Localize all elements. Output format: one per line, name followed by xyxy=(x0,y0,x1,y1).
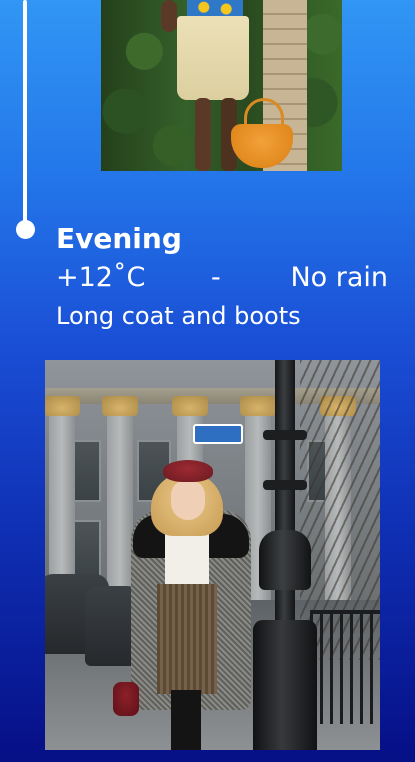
street-lamp xyxy=(253,360,317,750)
leg xyxy=(195,98,211,171)
tweed-skirt xyxy=(157,584,217,694)
handbag xyxy=(113,682,139,716)
lamp-base xyxy=(253,620,317,750)
iron-fence xyxy=(310,610,380,724)
lamp-ring xyxy=(263,430,307,440)
building-column xyxy=(107,404,133,614)
timeline-line xyxy=(23,0,27,226)
cream-skirt xyxy=(177,16,249,100)
outfit-photo-previous xyxy=(101,0,342,171)
separator: - xyxy=(211,262,221,293)
boots xyxy=(171,690,201,750)
lamp-ring xyxy=(263,480,307,490)
arm xyxy=(161,0,177,32)
lamp-ornament xyxy=(259,530,311,590)
outfit-photo-evening xyxy=(45,360,380,750)
street-sign xyxy=(193,424,243,444)
temperature: +12˚C xyxy=(56,262,146,293)
weather-summary: +12˚C - No rain xyxy=(56,261,390,295)
column-capital xyxy=(45,396,80,416)
outfit-recommendation: Long coat and boots xyxy=(56,302,301,330)
column-capital xyxy=(172,396,208,416)
timeline-dot xyxy=(16,220,35,239)
face xyxy=(171,480,205,520)
red-beret xyxy=(163,460,213,482)
precipitation: No rain xyxy=(290,262,388,293)
period-title: Evening xyxy=(56,222,182,255)
column-capital xyxy=(102,396,138,416)
weather-outfit-screen: Evening +12˚C - No rain Long coat and bo… xyxy=(0,0,415,762)
